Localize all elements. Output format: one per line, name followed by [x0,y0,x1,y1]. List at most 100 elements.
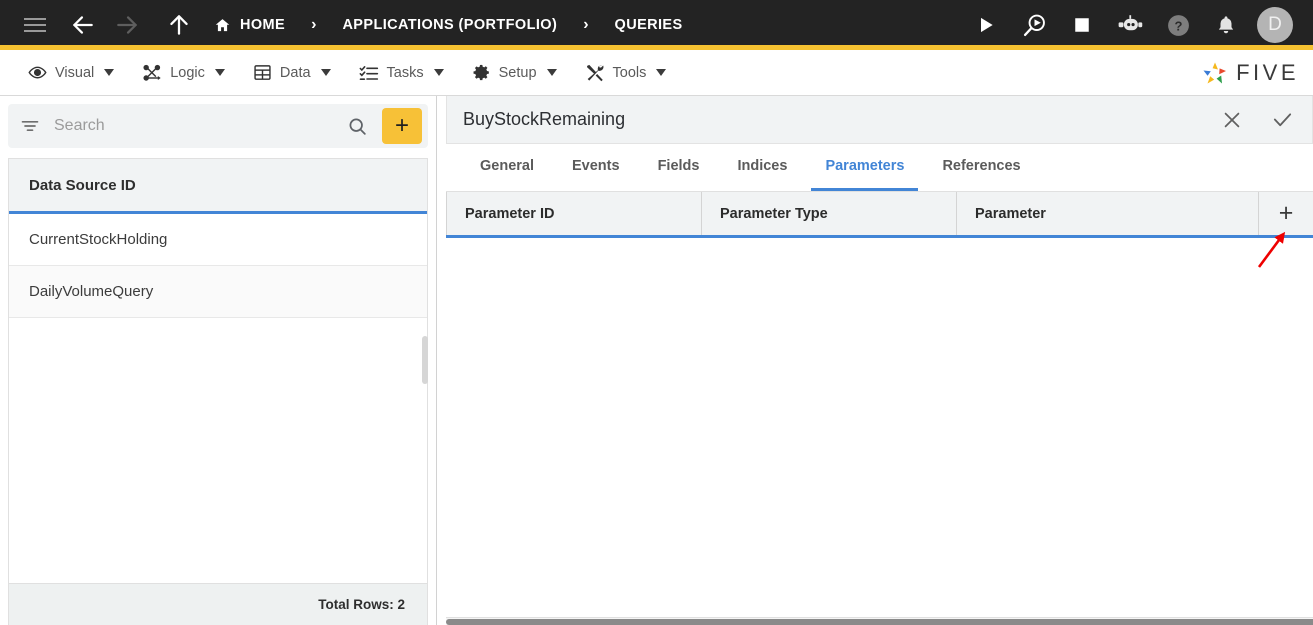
column-header-parameter-type-label: Parameter Type [720,205,828,222]
detail-panel-header: BuyStockRemaining [446,96,1313,144]
tab-general-label: General [480,158,534,174]
tab-fields-label: Fields [657,158,700,174]
total-rows-label: Total Rows: 2 [318,597,405,612]
top-bar-actions: ? D [969,7,1299,43]
search-input[interactable] [48,117,333,135]
main-content-area: + Data Source ID CurrentStockHolding Dai… [0,96,1313,625]
menu-item-tools[interactable]: Tools [571,50,681,95]
stop-button[interactable] [1065,8,1099,42]
detail-panel: BuyStockRemaining General Events Fields … [446,96,1313,625]
task-list-icon [359,63,379,83]
back-button[interactable] [66,8,100,42]
horizontal-scrollbar-thumb[interactable] [446,619,1313,625]
parameters-table-header: Parameter ID Parameter Type Parameter + [446,192,1313,238]
menu-label-setup: Setup [498,64,537,81]
menu-label-tasks: Tasks [386,64,424,81]
menu-label-data: Data [279,64,311,81]
debug-button[interactable] [1017,8,1051,42]
add-parameter-button[interactable]: + [1258,192,1313,235]
menu-item-tasks[interactable]: Tasks [345,50,458,95]
run-button[interactable] [969,8,1003,42]
robot-icon [1118,15,1143,31]
close-icon [1224,112,1240,127]
menu-item-setup[interactable]: Setup [458,50,571,95]
data-source-column-header[interactable]: Data Source ID [9,159,427,214]
gear-icon [472,63,491,82]
up-button[interactable] [162,8,196,42]
forward-button[interactable] [110,8,144,42]
chevron-down-icon [214,69,225,76]
column-header-parameter[interactable]: Parameter [956,192,1258,235]
eye-icon [28,63,47,82]
filter-icon[interactable] [20,116,40,136]
tab-parameters-label: Parameters [825,158,905,174]
column-header-parameter-label: Parameter [975,205,1046,222]
arrow-up-icon [170,15,188,35]
data-source-rows: CurrentStockHolding DailyVolumeQuery [9,214,427,583]
help-button[interactable]: ? [1161,8,1195,42]
play-icon [981,17,993,33]
menu-bar: Visual Logic Data Tasks Setup Tools FIVE [0,50,1313,96]
tab-indices-label: Indices [737,158,788,174]
avatar-initial: D [1268,14,1282,35]
list-item-label: CurrentStockHolding [29,231,168,248]
brand-logo: FIVE [1201,60,1313,86]
notifications-button[interactable] [1209,8,1243,42]
top-navigation-bar: HOME › APPLICATIONS (PORTFOLIO) › QUERIE… [0,0,1313,50]
assistant-button[interactable] [1113,8,1147,42]
menu-item-visual[interactable]: Visual [14,50,128,95]
five-star-icon [1203,62,1227,83]
page-title: BuyStockRemaining [463,109,626,129]
menu-label-tools: Tools [612,64,647,81]
save-button[interactable] [1271,108,1294,131]
hamburger-icon [24,18,46,32]
chevron-down-icon [320,69,331,76]
stop-square-icon [1075,18,1089,32]
avatar[interactable]: D [1257,7,1293,43]
hamburger-menu-button[interactable] [18,8,52,42]
add-data-source-label: + [394,112,409,139]
breadcrumb-item-queries[interactable]: QUERIES [611,17,687,33]
close-button[interactable] [1221,109,1243,131]
menu-item-data[interactable]: Data [239,50,345,95]
tools-icon [585,63,605,83]
sidebar-scrollbar[interactable] [422,336,428,384]
horizontal-scrollbar[interactable] [446,617,1313,625]
breadcrumb-home-label: HOME [240,17,286,33]
list-item[interactable]: DailyVolumeQuery [9,266,427,318]
search-row: + [0,96,436,152]
tab-events[interactable]: Events [558,144,634,191]
sidebar: + Data Source ID CurrentStockHolding Dai… [0,96,437,625]
column-header-parameter-id[interactable]: Parameter ID [446,192,701,235]
data-source-list: Data Source ID CurrentStockHolding Daily… [8,158,428,625]
bell-icon [1218,16,1234,34]
tab-general[interactable]: General [466,144,548,191]
menu-item-logic[interactable]: Logic [128,50,239,95]
breadcrumb-item-applications[interactable]: APPLICATIONS (PORTFOLIO) [338,17,561,33]
chevron-down-icon [656,69,667,76]
check-icon [1273,113,1292,127]
node-graph-icon [142,63,162,83]
arrow-right-icon [117,16,137,34]
home-icon [215,18,230,31]
magnifier-icon[interactable] [341,116,374,137]
tab-parameters[interactable]: Parameters [811,144,919,191]
menu-label-visual: Visual [55,64,95,81]
tab-fields[interactable]: Fields [644,144,714,191]
breadcrumb-queries-label: QUERIES [614,17,683,33]
list-item[interactable]: CurrentStockHolding [9,214,427,266]
column-header-parameter-id-label: Parameter ID [465,205,555,222]
tab-indices[interactable]: Indices [723,144,801,191]
breadcrumb: HOME › APPLICATIONS (PORTFOLIO) › QUERIE… [210,17,687,34]
breadcrumb-item-home[interactable]: HOME [210,17,289,34]
add-data-source-button[interactable]: + [382,108,422,144]
chevron-down-icon [433,69,444,76]
search-play-icon [1023,14,1045,36]
brand-text: FIVE [1236,59,1299,85]
tab-references[interactable]: References [928,144,1034,191]
chevron-down-icon [104,69,115,76]
search-box: + [8,104,428,148]
column-header-parameter-type[interactable]: Parameter Type [701,192,956,235]
add-parameter-label: + [1278,199,1294,227]
parameters-table-body [446,238,1313,617]
